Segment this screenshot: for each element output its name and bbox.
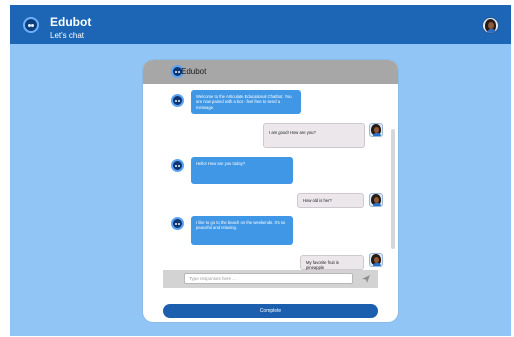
user-message: I am good! How are you? bbox=[263, 123, 365, 148]
user-avatar-icon bbox=[369, 123, 383, 137]
top-bar: Edubot Let's chat bbox=[10, 5, 511, 44]
app-viewport: Edubot Let's chat Edubot Welcome to the … bbox=[10, 5, 511, 336]
chat-scrollbar[interactable] bbox=[391, 87, 395, 294]
robot-avatar-icon bbox=[171, 217, 184, 230]
bot-message: Welcome to the Articulate Educational Ch… bbox=[191, 90, 301, 114]
robot-avatar-icon bbox=[171, 159, 184, 172]
send-icon[interactable] bbox=[361, 274, 371, 284]
user-message: My favorite fruit is pineapple bbox=[300, 255, 364, 270]
chat-card: Edubot Welcome to the Articulate Educati… bbox=[143, 60, 398, 322]
robot-avatar-icon bbox=[23, 17, 39, 33]
app-subtitle: Let's chat bbox=[50, 31, 84, 40]
user-avatar-icon[interactable] bbox=[482, 17, 499, 34]
bot-message: I like to go to the beach on the weekend… bbox=[191, 216, 293, 245]
bot-message: Hello! How are you today? bbox=[191, 157, 293, 184]
message-input[interactable] bbox=[184, 273, 353, 284]
composer bbox=[163, 270, 378, 288]
chat-header-title: Edubot bbox=[181, 67, 207, 76]
user-message: How old is her? bbox=[297, 193, 364, 208]
user-avatar-icon bbox=[369, 253, 383, 267]
chat-header: Edubot bbox=[143, 60, 398, 84]
robot-avatar-icon bbox=[171, 94, 184, 107]
user-avatar-icon bbox=[369, 193, 383, 207]
complete-button[interactable]: Complete bbox=[163, 304, 378, 318]
app-title: Edubot bbox=[50, 15, 92, 29]
scroll-thumb[interactable] bbox=[391, 129, 395, 249]
